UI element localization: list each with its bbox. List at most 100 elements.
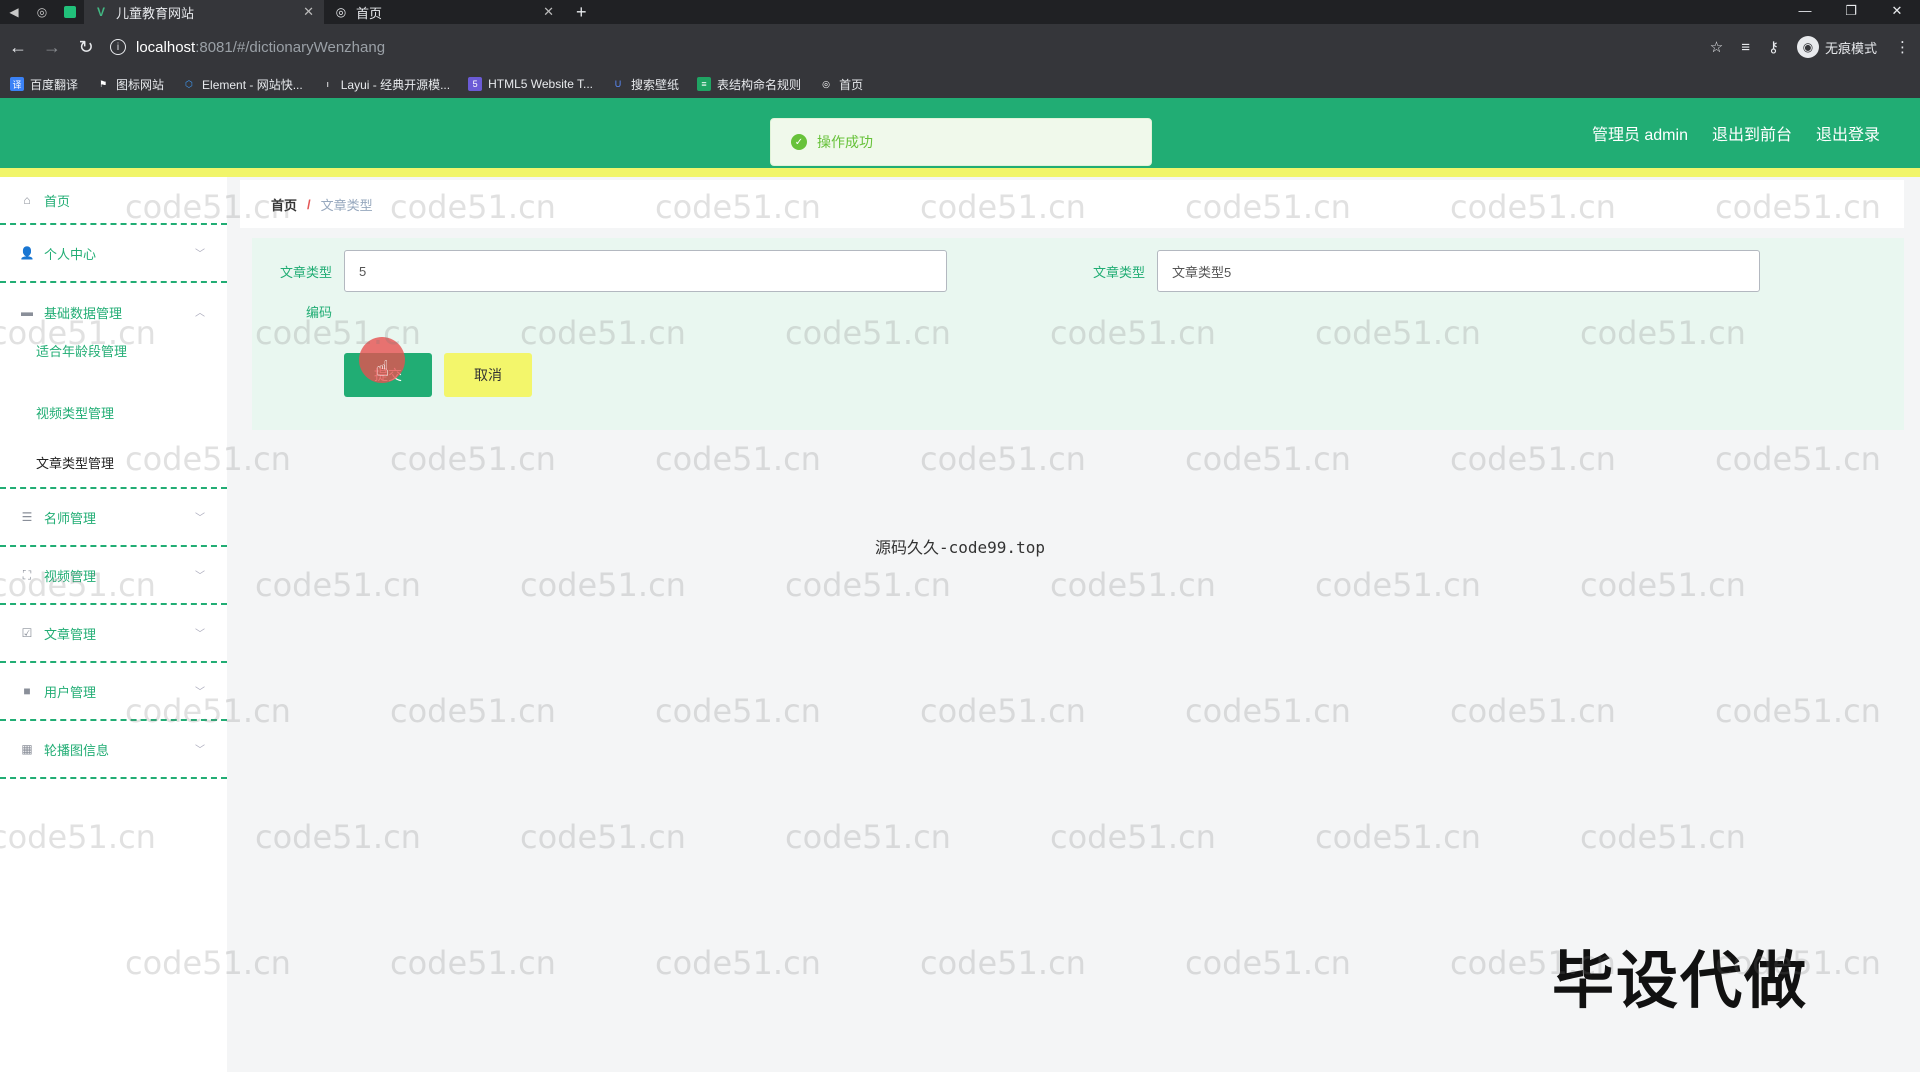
key-icon[interactable]: ⚷ <box>1768 38 1779 56</box>
breadcrumb-home[interactable]: 首页 <box>271 195 297 214</box>
breadcrumb-current: 文章类型 <box>320 197 373 213</box>
watermark-text: code51.cn <box>785 818 951 856</box>
browser-address-bar: ← → ↻ i localhost:8081/#/dictionaryWenzh… <box>0 24 1920 70</box>
list-icon: ☰ <box>21 510 33 524</box>
window-controls: — ❐ ✕ <box>1782 0 1920 24</box>
bookmark-item[interactable]: ◎ 首页 <box>819 76 863 93</box>
watermark-text: code51.cn <box>785 566 951 604</box>
address-bar-actions: ☆ ≡ ⚷ ◉ 无痕模式 ⋮ <box>1710 24 1910 70</box>
sidebar-item-personal[interactable]: 👤 个人中心 ﹀ <box>0 225 227 283</box>
globe-icon: ◎ <box>822 78 830 89</box>
fullscreen-icon: ⛶ <box>22 567 32 582</box>
type-input[interactable]: 文章类型5 <box>1157 250 1760 292</box>
tab-children-education[interactable]: V 儿童教育网站 ✕ <box>84 0 324 24</box>
bookmark-item[interactable]: U 搜索壁纸 <box>611 76 679 93</box>
sidebar-subitem-video-type[interactable]: 视频类型管理 <box>0 387 227 437</box>
sidebar-item-article[interactable]: ☑ 文章管理 ﹀ <box>0 605 227 663</box>
chevron-down-icon: ﹀ <box>195 687 205 698</box>
header-user-links: 管理员 admin 退出到前台 退出登录 <box>1592 98 1880 168</box>
chevron-down-icon: ﹀ <box>195 745 205 756</box>
code-label-suffix: 编码 <box>305 305 332 320</box>
admin-label: 管理员 admin <box>1591 127 1688 144</box>
sidebar-subitem-age-range[interactable]: 适合年龄段管理 <box>0 341 227 387</box>
watermark-text: code51.cn <box>1715 692 1881 730</box>
watermark-text: code51.cn <box>1185 440 1351 478</box>
back-arrow-icon[interactable]: ← <box>2 31 34 63</box>
sidebar-item-label: 名师管理 <box>44 510 97 526</box>
watermark-text: code51.cn <box>390 692 556 730</box>
sidebar-group-basic: ▬ 基础数据管理 ︿ 适合年龄段管理 视频类型管理 文章类型管理 <box>0 283 227 489</box>
sidebar-item-label: 基础数据管理 <box>44 305 123 321</box>
home-icon: ⌂ <box>23 193 31 207</box>
bookmark-item[interactable]: 5 HTML5 Website T... <box>468 77 593 91</box>
sidebar-item-home[interactable]: ⌂ 首页 <box>0 177 227 225</box>
sidebar-item-label: 用户管理 <box>44 684 97 700</box>
info-icon[interactable]: i <box>110 39 126 55</box>
sidebar-subitem-article-type[interactable]: 文章类型管理 <box>0 437 227 487</box>
chat-icon: ▬ <box>21 305 33 319</box>
globe-icon[interactable]: ◎ <box>28 0 56 24</box>
logout-link[interactable]: 退出登录 <box>1816 121 1880 145</box>
minimize-icon[interactable]: — <box>1782 0 1828 24</box>
sidebar-item-label: 首页 <box>44 193 71 209</box>
tab-home[interactable]: ◎ 首页 ✕ <box>324 0 564 24</box>
cancel-button[interactable]: 取消 <box>444 353 532 397</box>
url-path: :8081/#/dictionaryWenzhang <box>195 38 386 56</box>
type-label: 文章类型 <box>1092 265 1145 280</box>
incognito-indicator[interactable]: ◉ 无痕模式 <box>1796 36 1877 58</box>
sidebar-item-carousel[interactable]: ▦ 轮播图信息 ﹀ <box>0 721 227 779</box>
center-caption: 源码久久-code99.top <box>875 538 1045 557</box>
tab-title: 首页 <box>356 5 383 21</box>
toast-message: 操作成功 <box>817 134 873 150</box>
incognito-avatar-icon: ◉ <box>1796 36 1819 58</box>
reload-icon[interactable]: ↻ <box>70 31 102 63</box>
bookmark-item[interactable]: ı Layui - 经典开源模... <box>321 76 450 93</box>
watermark-text: code51.cn <box>1185 692 1351 730</box>
window-close-icon[interactable]: ✕ <box>1874 0 1920 24</box>
sidebar-item-label: 轮播图信息 <box>44 742 110 758</box>
breadcrumb-separator: / <box>307 196 311 212</box>
wallpaper-logo-icon: U <box>614 79 622 89</box>
bookmark-item[interactable]: ≡ 表结构命名规则 <box>697 76 801 93</box>
sidebar-item-video[interactable]: ⛶ 视频管理 ﹀ <box>0 547 227 605</box>
watermark-text: code51.cn <box>655 440 821 478</box>
watermark-text: code51.cn <box>1450 692 1616 730</box>
sidebar-item-label: 文章管理 <box>44 626 97 642</box>
sidebar: ⌂ 首页 👤 个人中心 ﹀ ▬ 基础数据管理 ︿ 适合年龄段管理 视频类型管理 … <box>0 177 227 1072</box>
bookmark-item[interactable]: ⚑ 图标网站 <box>96 76 164 93</box>
front-page-link[interactable]: 退出到前台 <box>1712 121 1792 145</box>
bookmark-item[interactable]: 译百度翻译 <box>10 76 78 93</box>
overlay-caption: 毕设代做 <box>1552 944 1809 1017</box>
bookmark-item[interactable]: ⬡ Element - 网站快... <box>182 76 303 93</box>
close-icon[interactable]: ✕ <box>543 4 554 20</box>
flag-icon: ⚑ <box>98 78 108 89</box>
watermark-text: code51.cn <box>1050 818 1216 856</box>
sidebar-item-user[interactable]: ■ 用户管理 ﹀ <box>0 663 227 721</box>
watermark-text: code51.cn <box>655 944 821 982</box>
sidebar-item-teacher[interactable]: ☰ 名师管理 ﹀ <box>0 489 227 547</box>
html5-logo-icon: 5 <box>468 77 483 91</box>
sidebar-item-basic[interactable]: ▬ 基础数据管理 ︿ <box>0 283 227 341</box>
browser-tab-bar: ◀ ◎ V 儿童教育网站 ✕ ◎ 首页 ✕ + — ❐ ✕ <box>0 0 1920 24</box>
watermark-text: code51.cn <box>1450 440 1616 478</box>
star-icon[interactable]: ☆ <box>1710 38 1723 56</box>
grid-icon: ▦ <box>21 742 33 756</box>
forward-arrow-icon[interactable]: → <box>36 31 68 63</box>
check-circle-icon: ✓ <box>791 134 807 150</box>
bookmarks-bar: 译百度翻译 ⚑ 图标网站 ⬡ Element - 网站快... ı Layui - 经… <box>0 70 1920 98</box>
watermark-text: code51.cn <box>520 566 686 604</box>
sidebar-item-label: 视频管理 <box>44 568 97 584</box>
reading-list-icon[interactable]: ≡ <box>1741 39 1750 56</box>
watermark-text: code51.cn <box>255 566 421 604</box>
user-icon: 👤 <box>19 246 35 260</box>
mute-icon[interactable]: ◀ <box>0 0 28 24</box>
close-icon[interactable]: ✕ <box>303 4 314 20</box>
app-icon[interactable] <box>56 0 84 24</box>
watermark-text: code51.cn <box>1580 566 1746 604</box>
hand-cursor-icon: ☝ <box>376 356 390 381</box>
more-menu-icon[interactable]: ⋮ <box>1895 38 1910 56</box>
code-input[interactable]: 5 <box>344 250 947 292</box>
url-input[interactable]: i localhost:8081/#/dictionaryWenzhang <box>110 32 1690 62</box>
restore-icon[interactable]: ❐ <box>1828 0 1874 24</box>
new-tab-plus-icon[interactable]: + <box>576 2 587 23</box>
